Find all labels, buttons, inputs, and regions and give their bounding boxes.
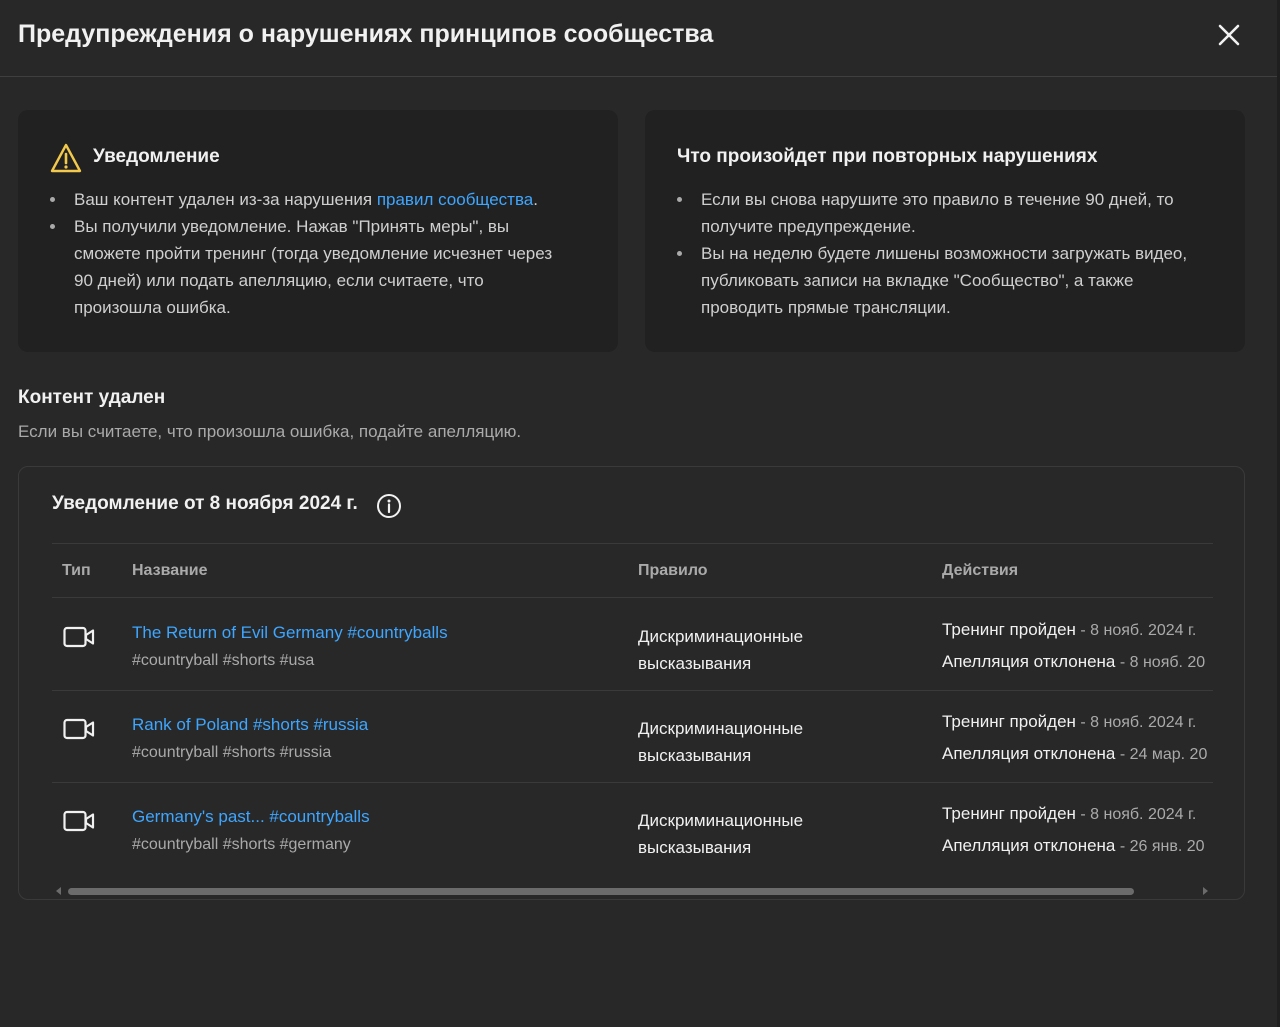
column-header-name: Название	[132, 562, 208, 579]
close-button[interactable]	[1212, 18, 1246, 52]
video-title-link[interactable]: Rank of Poland #shorts #russia	[132, 715, 368, 735]
action-label: Апелляция отклонена	[942, 652, 1116, 671]
table-row: Rank of Poland #shorts #russia #countryb…	[52, 690, 1213, 782]
action-date: - 8 нояб. 2024 г.	[1075, 714, 1197, 731]
info-icon[interactable]	[376, 493, 402, 519]
notice-bullet-line: произошла ошибка.	[74, 298, 231, 317]
scroll-left-arrow-icon[interactable]	[56, 887, 61, 895]
dialog-title: Предупреждения о нарушениях принципов со…	[18, 20, 714, 48]
content-removed-subtitle: Если вы считаете, что произошла ошибка, …	[18, 422, 522, 441]
column-header-actions: Действия	[942, 562, 1019, 579]
video-icon	[63, 626, 95, 648]
action-date: - 24 мар. 20	[1115, 746, 1208, 763]
video-tags: #countryball #shorts #usa	[132, 652, 315, 669]
action-label: Апелляция отклонена	[942, 836, 1116, 855]
table-divider	[52, 543, 1213, 544]
notice-bullet: Ваш контент удален из-за нарушения прави…	[50, 186, 552, 213]
violations-table: Тип Название Правило Действия The Return…	[52, 543, 1213, 883]
repeat-bullet-line: получите предупреждение.	[701, 217, 916, 236]
action-date: - 8 нояб. 2024 г.	[1075, 806, 1197, 823]
repeat-bullet-line: публиковать записи на вкладке "Сообществ…	[701, 271, 1134, 290]
action-date: - 8 нояб. 20	[1115, 654, 1206, 671]
warning-icon	[50, 143, 82, 173]
video-tags: #countryball #shorts #russia	[132, 744, 332, 761]
repeat-bullets: Если вы снова нарушите это правило в теч…	[677, 186, 1187, 321]
dialog-header: Предупреждения о нарушениях принципов со…	[0, 0, 1277, 77]
action-training: Тренинг пройден - 8 нояб. 2024 г.	[942, 804, 1196, 824]
video-title-link[interactable]: The Return of Evil Germany #countryballs	[132, 623, 448, 643]
repeat-bullet-line: Если вы снова нарушите это правило в теч…	[701, 190, 1174, 209]
video-icon	[63, 810, 95, 832]
horizontal-scrollbar[interactable]	[52, 885, 1213, 897]
rule-line: Дискриминационные	[638, 627, 804, 646]
action-date: - 8 нояб. 2024 г.	[1075, 622, 1197, 639]
action-training: Тренинг пройден - 8 нояб. 2024 г.	[942, 712, 1196, 732]
rule-line: высказывания	[638, 746, 752, 765]
action-appeal: Апелляция отклонена - 24 мар. 20	[942, 744, 1207, 764]
repeat-card-title: Что произойдет при повторных нарушениях	[677, 146, 1098, 167]
column-header-type: Тип	[62, 562, 91, 579]
notice-table-card: Уведомление от 8 ноября 2024 г. Тип Назв…	[18, 466, 1245, 900]
repeat-bullet-line: Вы на неделю будете лишены возможности з…	[701, 244, 1188, 263]
action-appeal: Апелляция отклонена - 26 янв. 20	[942, 836, 1205, 856]
action-appeal: Апелляция отклонена - 8 нояб. 20	[942, 652, 1205, 672]
close-icon[interactable]	[1212, 18, 1246, 52]
rule-line: Дискриминационные	[638, 811, 804, 830]
notice-card-title: Уведомление	[93, 146, 220, 167]
notice-bullets: Ваш контент удален из-за нарушения прави…	[50, 186, 552, 321]
action-training: Тренинг пройден - 8 нояб. 2024 г.	[942, 620, 1196, 640]
rule-line: высказывания	[638, 654, 752, 673]
video-title-link[interactable]: Germany's past... #countryballs	[132, 807, 370, 827]
notice-date-title: Уведомление от 8 ноября 2024 г.	[52, 493, 358, 514]
rule-line: Дискриминационные	[638, 719, 804, 738]
notice-bullet-end: .	[533, 190, 538, 209]
community-rules-link[interactable]: правил сообщества	[377, 190, 533, 209]
video-tags: #countryball #shorts #germany	[132, 836, 351, 853]
notice-bullet: Вы получили уведомление. Нажав "Принять …	[50, 213, 552, 321]
scroll-right-arrow-icon[interactable]	[1203, 887, 1208, 895]
notice-bullet-line: 90 дней) или подать апелляцию, если счит…	[74, 271, 484, 290]
rule-cell: Дискриминационные высказывания	[638, 715, 838, 769]
repeat-bullet: Вы на неделю будете лишены возможности з…	[677, 240, 1187, 321]
rule-cell: Дискриминационные высказывания	[638, 623, 838, 677]
repeat-violations-card: Что произойдет при повторных нарушениях …	[645, 110, 1245, 352]
scrollbar-thumb[interactable]	[68, 888, 1134, 895]
notice-bullet-line: Вы получили уведомление. Нажав "Принять …	[74, 217, 510, 236]
table-row: The Return of Evil Germany #countryballs…	[52, 598, 1213, 690]
rule-line: высказывания	[638, 838, 752, 857]
repeat-bullet: Если вы снова нарушите это правило в теч…	[677, 186, 1187, 240]
action-date: - 26 янв. 20	[1115, 838, 1205, 855]
table-row: Germany's past... #countryballs #country…	[52, 782, 1213, 874]
action-label: Апелляция отклонена	[942, 744, 1116, 763]
action-label: Тренинг пройден	[942, 712, 1076, 731]
notice-bullet-line: сможете пройти тренинг (тогда уведомлени…	[74, 244, 553, 263]
action-label: Тренинг пройден	[942, 804, 1076, 823]
repeat-bullet-line: проводить прямые трансляции.	[701, 298, 951, 317]
content-removed-title: Контент удален	[18, 387, 166, 408]
video-icon	[63, 718, 95, 740]
rule-cell: Дискриминационные высказывания	[638, 807, 838, 861]
notice-bullet-text: Ваш контент удален из-за нарушения	[74, 190, 377, 209]
notice-card: Уведомление Ваш контент удален из-за нар…	[18, 110, 618, 352]
action-label: Тренинг пройден	[942, 620, 1076, 639]
column-header-rule: Правило	[638, 562, 708, 579]
